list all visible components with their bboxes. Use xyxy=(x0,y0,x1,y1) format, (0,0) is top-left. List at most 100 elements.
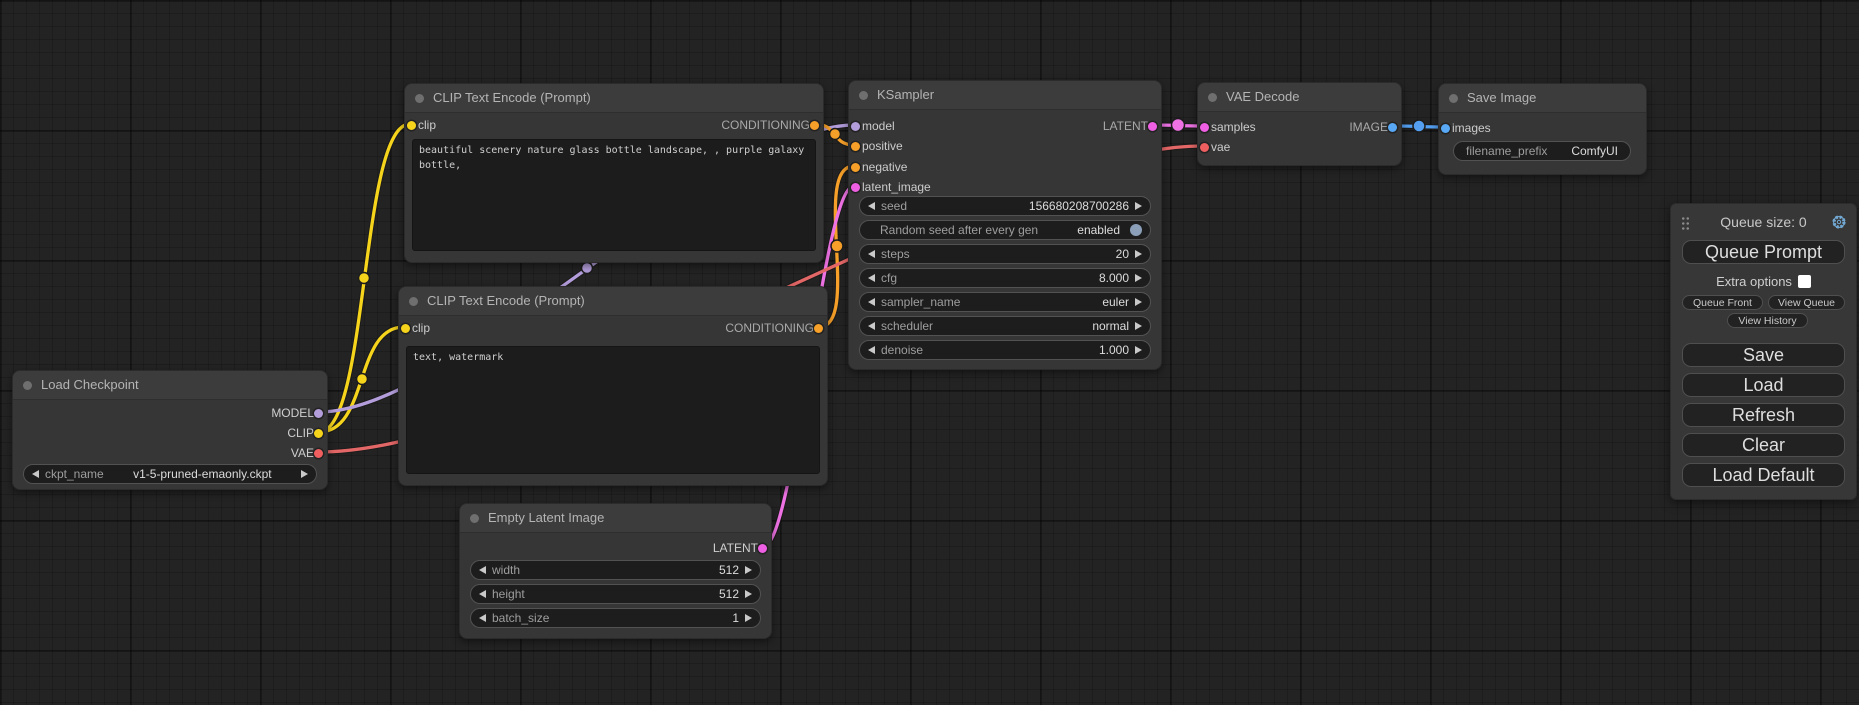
node-title-bar[interactable]: Empty Latent Image xyxy=(460,504,771,533)
graph-canvas[interactable]: Load Checkpoint MODEL CLIP VAE ckpt_name… xyxy=(0,0,1859,705)
latent-port-icon[interactable] xyxy=(1148,122,1157,131)
node-load-checkpoint[interactable]: Load Checkpoint MODEL CLIP VAE ckpt_name… xyxy=(12,370,328,490)
queue-front-button[interactable]: Queue Front xyxy=(1682,295,1763,310)
collapse-dot-icon[interactable] xyxy=(1449,94,1458,103)
left-arrow-icon[interactable] xyxy=(868,202,875,210)
right-arrow-icon[interactable] xyxy=(301,470,308,478)
node-empty-latent-image[interactable]: Empty Latent Image LATENT width 512 heig… xyxy=(459,503,772,639)
seed-widget[interactable]: seed 156680208700286 xyxy=(859,196,1151,216)
left-arrow-icon[interactable] xyxy=(479,566,486,574)
vae-port-icon[interactable] xyxy=(1200,143,1209,152)
collapse-dot-icon[interactable] xyxy=(409,297,418,306)
random-seed-widget[interactable]: Random seed after every gen enabled xyxy=(859,220,1151,240)
right-arrow-icon[interactable] xyxy=(1135,202,1142,210)
conditioning-port-icon[interactable] xyxy=(814,324,823,333)
clip-port-icon[interactable] xyxy=(401,324,410,333)
refresh-button[interactable]: Refresh xyxy=(1682,403,1845,427)
collapse-dot-icon[interactable] xyxy=(859,91,868,100)
extra-options-label: Extra options xyxy=(1716,274,1792,289)
model-port-icon[interactable] xyxy=(314,409,323,418)
left-arrow-icon[interactable] xyxy=(479,590,486,598)
left-arrow-icon[interactable] xyxy=(479,614,486,622)
ckpt-name-widget[interactable]: ckpt_name v1-5-pruned-emaonly.ckpt xyxy=(23,464,317,484)
left-arrow-icon[interactable] xyxy=(868,250,875,258)
denoise-widget[interactable]: denoise 1.000 xyxy=(859,340,1151,360)
collapse-dot-icon[interactable] xyxy=(415,94,424,103)
output-image: IMAGE xyxy=(1349,119,1401,135)
node-title-bar[interactable]: CLIP Text Encode (Prompt) xyxy=(399,287,827,316)
clip-port-icon[interactable] xyxy=(407,121,416,130)
latent-port-icon[interactable] xyxy=(851,183,860,192)
left-arrow-icon[interactable] xyxy=(868,322,875,330)
conditioning-port-icon[interactable] xyxy=(851,163,860,172)
latent-port-icon[interactable] xyxy=(1200,123,1209,132)
node-title-bar[interactable]: VAE Decode xyxy=(1198,83,1401,112)
node-title: CLIP Text Encode (Prompt) xyxy=(433,90,591,105)
conditioning-port-icon[interactable] xyxy=(810,121,819,130)
node-title-bar[interactable]: Load Checkpoint xyxy=(13,371,327,400)
collapse-dot-icon[interactable] xyxy=(23,381,32,390)
node-title: KSampler xyxy=(877,87,934,102)
node-ksampler[interactable]: KSampler model positive negative latent_… xyxy=(848,80,1162,370)
filename-prefix-widget[interactable]: filename_prefix ComfyUI xyxy=(1453,141,1631,161)
conditioning-port-icon[interactable] xyxy=(851,142,860,151)
node-title: CLIP Text Encode (Prompt) xyxy=(427,293,585,308)
right-arrow-icon[interactable] xyxy=(745,590,752,598)
node-clip-text-encode-1[interactable]: CLIP Text Encode (Prompt) clip CONDITION… xyxy=(404,83,824,263)
scheduler-widget[interactable]: scheduler normal xyxy=(859,316,1151,336)
left-arrow-icon[interactable] xyxy=(868,274,875,282)
prompt-textarea[interactable]: text, watermark xyxy=(406,346,820,474)
collapse-dot-icon[interactable] xyxy=(470,514,479,523)
right-arrow-icon[interactable] xyxy=(1135,298,1142,306)
load-default-button[interactable]: Load Default xyxy=(1682,463,1845,487)
output-conditioning: CONDITIONING xyxy=(721,117,823,133)
sampler-name-widget[interactable]: sampler_name euler xyxy=(859,292,1151,312)
image-port-icon[interactable] xyxy=(1388,123,1397,132)
gear-icon[interactable] xyxy=(1831,214,1847,230)
node-title-bar[interactable]: Save Image xyxy=(1439,84,1646,113)
node-title-bar[interactable]: CLIP Text Encode (Prompt) xyxy=(405,84,823,113)
width-widget[interactable]: width 512 xyxy=(470,560,761,580)
prompt-textarea[interactable]: beautiful scenery nature glass bottle la… xyxy=(412,139,816,251)
image-port-icon[interactable] xyxy=(1441,124,1450,133)
right-arrow-icon[interactable] xyxy=(745,614,752,622)
node-vae-decode[interactable]: VAE Decode samples vae IMAGE xyxy=(1197,82,1402,166)
node-title-bar[interactable]: KSampler xyxy=(849,81,1161,110)
input-negative: negative xyxy=(849,159,907,175)
extra-options-checkbox[interactable] xyxy=(1798,275,1811,288)
toggle-icon[interactable] xyxy=(1130,224,1142,236)
vae-port-icon[interactable] xyxy=(314,449,323,458)
view-history-button[interactable]: View History xyxy=(1727,313,1808,328)
height-widget[interactable]: height 512 xyxy=(470,584,761,604)
input-vae: vae xyxy=(1198,139,1230,155)
steps-widget[interactable]: steps 20 xyxy=(859,244,1151,264)
node-clip-text-encode-2[interactable]: CLIP Text Encode (Prompt) clip CONDITION… xyxy=(398,286,828,486)
queue-panel[interactable]: Queue size: 0 Queue Prompt Extra options… xyxy=(1670,203,1857,500)
clear-button[interactable]: Clear xyxy=(1682,433,1845,457)
latent-port-icon[interactable] xyxy=(758,544,767,553)
widget-label: ckpt_name xyxy=(45,467,104,481)
right-arrow-icon[interactable] xyxy=(1135,322,1142,330)
batch-size-widget[interactable]: batch_size 1 xyxy=(470,608,761,628)
node-title: Empty Latent Image xyxy=(488,510,604,525)
cfg-widget[interactable]: cfg 8.000 xyxy=(859,268,1151,288)
queue-prompt-button[interactable]: Queue Prompt xyxy=(1682,240,1845,264)
input-clip: clip xyxy=(399,320,430,336)
view-queue-button[interactable]: View Queue xyxy=(1768,295,1845,310)
clip-port-icon[interactable] xyxy=(314,429,323,438)
left-arrow-icon[interactable] xyxy=(868,298,875,306)
load-button[interactable]: Load xyxy=(1682,373,1845,397)
input-clip: clip xyxy=(405,117,436,133)
right-arrow-icon[interactable] xyxy=(745,566,752,574)
output-clip: CLIP xyxy=(287,425,327,441)
collapse-dot-icon[interactable] xyxy=(1208,93,1217,102)
left-arrow-icon[interactable] xyxy=(32,470,39,478)
input-model: model xyxy=(849,118,895,134)
model-port-icon[interactable] xyxy=(851,122,860,131)
left-arrow-icon[interactable] xyxy=(868,346,875,354)
node-save-image[interactable]: Save Image images filename_prefix ComfyU… xyxy=(1438,83,1647,175)
save-button[interactable]: Save xyxy=(1682,343,1845,367)
right-arrow-icon[interactable] xyxy=(1135,250,1142,258)
right-arrow-icon[interactable] xyxy=(1135,274,1142,282)
right-arrow-icon[interactable] xyxy=(1135,346,1142,354)
